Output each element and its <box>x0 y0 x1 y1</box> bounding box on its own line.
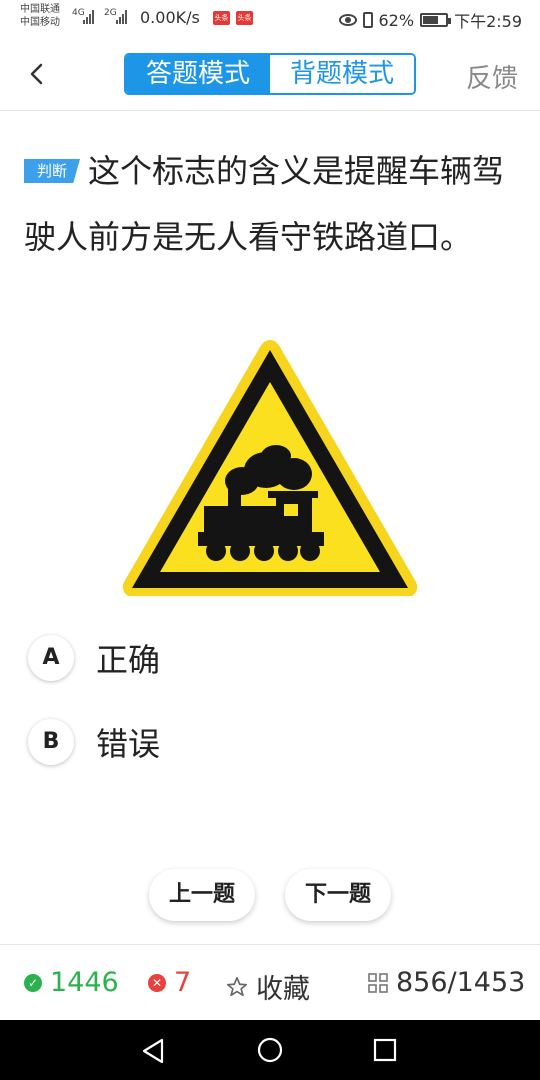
option-key: B <box>28 719 74 765</box>
status-bar: 中国联通 中国移动 4G 2G 0.00K/s 头条 头条 62% 下午2:59 <box>0 0 540 36</box>
favorite-button[interactable]: 收藏 <box>226 967 310 1006</box>
question-type-tag: 判断 <box>24 159 80 183</box>
tab-answer-mode[interactable]: 答题模式 <box>126 55 270 93</box>
question-text-block: 判断 这个标志的含义是提醒车辆驾驶人前方是无人看守铁路道口。 <box>24 138 504 270</box>
bottom-stats-bar: ✓ 1446 ✕ 7 收藏 856/1453 <box>0 944 540 1020</box>
question-progress[interactable]: 856/1453 <box>368 967 525 998</box>
option-b[interactable]: B 错误 <box>28 717 328 767</box>
cross-icon: ✕ <box>148 973 166 992</box>
battery-percent: 62% <box>378 10 415 30</box>
eye-comfort-icon <box>338 14 357 26</box>
back-triangle-icon[interactable] <box>140 1037 168 1065</box>
progress-value: 856/1453 <box>396 967 526 998</box>
vibrate-icon <box>362 12 373 28</box>
carrier-1: 中国联通 <box>20 4 60 15</box>
question-text: 这个标志的含义是提醒车辆驾驶人前方是无人看守铁路道口。 <box>24 152 505 256</box>
option-a[interactable]: A 正确 <box>28 633 328 683</box>
check-icon: ✓ <box>24 973 42 992</box>
star-icon <box>227 976 247 996</box>
recents-square-icon[interactable] <box>372 1037 398 1063</box>
tab-recite-mode[interactable]: 背题模式 <box>270 55 414 93</box>
grid-icon <box>368 972 388 993</box>
status-right: 62% 下午2:59 <box>338 8 522 32</box>
clock: 下午2:59 <box>454 12 522 31</box>
railway-crossing-sign-image <box>122 340 418 596</box>
toutiao-lite-app-icon: 头条 <box>236 11 253 25</box>
signal-bars-1-icon <box>83 10 94 24</box>
chevron-left-icon[interactable] <box>22 59 52 89</box>
option-key: A <box>28 635 74 681</box>
next-question-button[interactable]: 下一题 <box>285 869 391 921</box>
correct-count[interactable]: ✓ 1446 <box>24 967 119 998</box>
feedback-button[interactable]: 反馈 <box>466 58 518 95</box>
wrong-count[interactable]: ✕ 7 <box>148 967 191 998</box>
toutiao-app-icon: 头条 <box>213 11 230 25</box>
carrier-2: 中国移动 <box>20 17 60 28</box>
app-screen: 中国联通 中国移动 4G 2G 0.00K/s 头条 头条 62% 下午2:59… <box>0 0 540 1080</box>
mode-switch: 答题模式 背题模式 <box>124 53 416 95</box>
carrier-names: 中国联通 中国移动 <box>20 3 60 29</box>
prev-question-button[interactable]: 上一题 <box>149 869 255 921</box>
option-label: 错误 <box>96 725 161 763</box>
system-nav-bar <box>0 1020 540 1080</box>
favorite-label: 收藏 <box>256 974 310 1005</box>
top-header: 答题模式 背题模式 反馈 <box>0 36 540 111</box>
network-speed: 0.00K/s <box>140 8 200 27</box>
signal-bars-2-icon <box>116 10 127 24</box>
correct-count-value: 1446 <box>50 967 119 998</box>
wrong-count-value: 7 <box>174 967 192 998</box>
option-label: 正确 <box>96 641 161 679</box>
network-type-2: 2G <box>104 8 117 18</box>
home-circle-icon[interactable] <box>256 1036 284 1064</box>
battery-icon <box>420 13 452 27</box>
